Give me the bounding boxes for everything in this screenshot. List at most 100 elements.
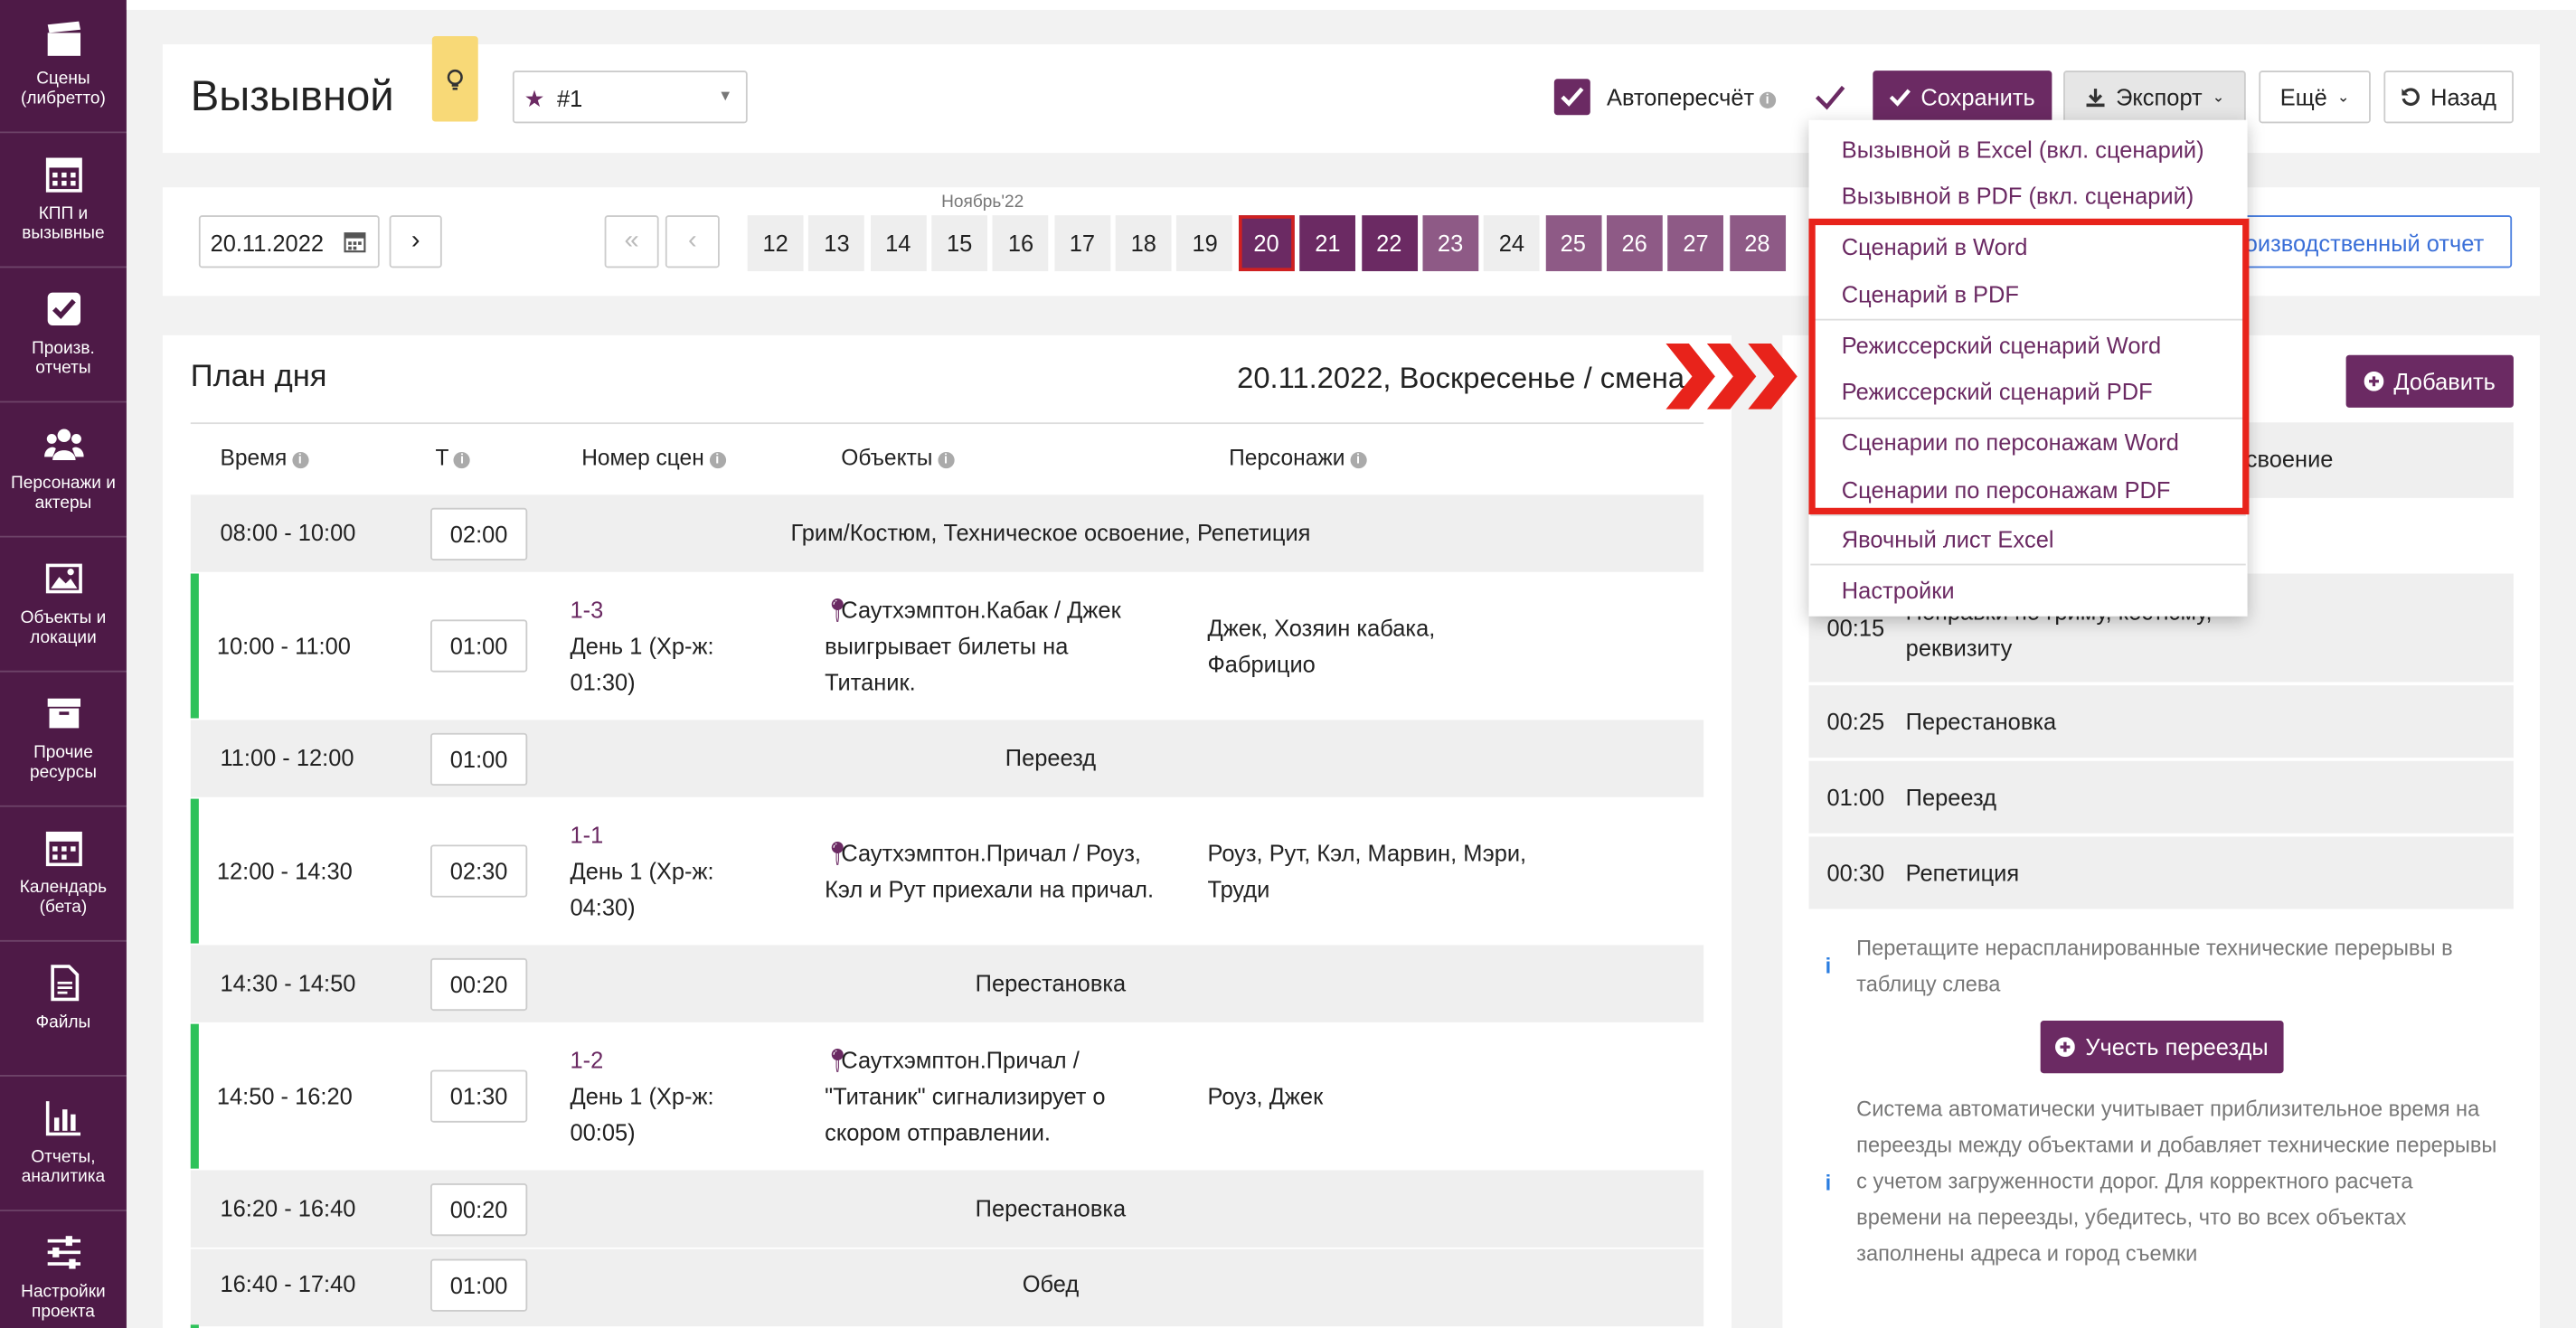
table-row[interactable]: 12:00 - 14:30 02:30 1-1 День 1 (Хр-ж: 04… bbox=[190, 798, 1704, 944]
sidebar-item-calendar[interactable]: Календарь (бета) bbox=[0, 808, 127, 942]
menu-divider bbox=[1810, 514, 2246, 516]
day-cell[interactable]: 18 bbox=[1115, 215, 1172, 271]
prev-page-button[interactable]: ‹ bbox=[665, 215, 720, 268]
table-row[interactable]: 10:00 - 11:00 01:00 1-3 День 1 (Хр-ж: 01… bbox=[190, 573, 1704, 719]
info-icon: i bbox=[453, 451, 471, 469]
sidebar-item-characters[interactable]: Персонажи и актеры bbox=[0, 404, 127, 538]
duration-input[interactable]: 01:00 bbox=[430, 732, 528, 786]
scene-day: День 1 (Хр-ж: bbox=[570, 632, 714, 660]
day-cell[interactable]: 14 bbox=[870, 215, 927, 271]
add-button[interactable]: Добавить bbox=[2345, 354, 2514, 408]
scene-number-link[interactable]: 1-2 bbox=[570, 1042, 603, 1078]
calendar-icon bbox=[44, 831, 81, 867]
characters-text: Фабрицио bbox=[1207, 650, 1316, 678]
col-scene-no-label: Номер сцен bbox=[581, 445, 704, 470]
day-cell[interactable]: 28 bbox=[1729, 215, 1786, 271]
sidebar-item-kpp[interactable]: КПП и вызывные bbox=[0, 135, 127, 268]
characters-text: Роуз, Рут, Кэл, Марвин, Мэри, bbox=[1207, 840, 1527, 867]
object-text: "Титаник" сигнализирует о bbox=[825, 1083, 1106, 1110]
first-page-button[interactable]: « bbox=[604, 215, 659, 268]
back-button[interactable]: Назад bbox=[2383, 71, 2514, 124]
row-time: 08:00 - 10:00 bbox=[220, 519, 356, 546]
duration-input[interactable]: 02:00 bbox=[430, 507, 528, 560]
day-cell[interactable]: 15 bbox=[931, 215, 988, 271]
export-button[interactable]: Экспорт ⌄ bbox=[2063, 71, 2246, 124]
duration-input[interactable]: 01:00 bbox=[430, 619, 528, 673]
duration-input[interactable]: 02:30 bbox=[430, 844, 528, 898]
divider bbox=[190, 422, 1704, 425]
menu-item-callsheet-excel[interactable]: Вызывной в Excel (вкл. сценарий) bbox=[1842, 137, 2204, 163]
col-objects-label: Объекты bbox=[841, 445, 933, 470]
date-input[interactable]: 20.11.2022 bbox=[198, 215, 380, 268]
day-cell[interactable]: 27 bbox=[1667, 215, 1724, 271]
save-button[interactable]: Сохранить bbox=[1873, 71, 2052, 124]
next-date-button[interactable]: › bbox=[389, 215, 442, 268]
duration-input[interactable]: 01:30 bbox=[430, 1069, 528, 1123]
day-cell[interactable]: 12 bbox=[747, 215, 804, 271]
duration-value: 00:20 bbox=[449, 1196, 508, 1223]
hint-bookmark[interactable] bbox=[431, 35, 478, 122]
sidebar-item-objects[interactable]: Объекты и локации bbox=[0, 539, 127, 673]
check-mark-icon[interactable] bbox=[1814, 82, 1846, 112]
col-characters-label: Персонажи bbox=[1229, 445, 1345, 470]
autorecalc-checkbox[interactable] bbox=[1553, 79, 1590, 116]
sidebar-item-analytics[interactable]: Отчеты, аналитика bbox=[0, 1078, 127, 1211]
object-text: Титаник. bbox=[825, 668, 916, 696]
table-row[interactable]: 11:00 - 12:00 01:00 Переезд bbox=[190, 720, 1704, 797]
object-text: Саутхэмптон.Причал / Роуз, bbox=[841, 840, 1142, 867]
table-row[interactable]: 14:50 - 16:20 01:30 1-2 День 1 (Хр-ж: 00… bbox=[190, 1023, 1704, 1169]
day-cell[interactable]: 19 bbox=[1176, 215, 1233, 271]
table-row[interactable]: 16:40 - 17:40 01:00 Обед bbox=[190, 1248, 1704, 1327]
table-row[interactable]: 16:20 - 16:40 00:20 Перестановка bbox=[190, 1170, 1704, 1248]
hint-line: Система автоматически учитывает приблизи… bbox=[1856, 1096, 2480, 1121]
scene-number-link[interactable]: 1-3 bbox=[570, 592, 603, 628]
duration-input[interactable]: 01:00 bbox=[430, 1258, 528, 1312]
calendar-icon[interactable] bbox=[344, 231, 366, 253]
table-row[interactable]: 14:30 - 14:50 00:20 Перестановка bbox=[190, 945, 1704, 1022]
hint-drag: Перетащите нераспланированные технически… bbox=[1856, 930, 2452, 1003]
undo-icon bbox=[2402, 88, 2420, 107]
table-row[interactable]: 08:00 - 10:00 02:00 Грим/Костюм, Техниче… bbox=[190, 494, 1704, 572]
people-icon bbox=[43, 429, 83, 461]
day-cell[interactable]: 16 bbox=[993, 215, 1049, 271]
calendar-grid-icon bbox=[44, 157, 81, 193]
account-moves-button[interactable]: Учесть переезды bbox=[2040, 1021, 2284, 1074]
day-cell[interactable]: 22 bbox=[1361, 215, 1418, 271]
menu-divider bbox=[1810, 563, 2246, 566]
day-cell[interactable]: 23 bbox=[1422, 215, 1478, 271]
image-icon bbox=[44, 563, 81, 594]
duration-input[interactable]: 00:20 bbox=[430, 957, 528, 1012]
sidebar-item-reports[interactable]: Произв. отчеты bbox=[0, 269, 127, 403]
chevron-arrows-icon bbox=[1665, 343, 1798, 410]
scene-number-link[interactable]: 1-1 bbox=[570, 817, 603, 853]
characters-text: Джек, Хозяин кабака, bbox=[1207, 614, 1436, 642]
sidebar-item-label: Отчеты, аналитика bbox=[21, 1147, 106, 1187]
sidebar-item-settings[interactable]: Настройки проекта bbox=[0, 1213, 127, 1328]
day-cell[interactable]: 24 bbox=[1484, 215, 1540, 271]
break-row[interactable]: 01:00 Переезд bbox=[1808, 760, 2514, 834]
row-time: 16:40 - 17:40 bbox=[220, 1270, 356, 1297]
menu-item-attendance-excel[interactable]: Явочный лист Excel bbox=[1842, 526, 2054, 552]
sidebar-item-scenes[interactable]: Сцены (либретто) bbox=[0, 0, 127, 134]
hint-auto: Система автоматически учитывает приблизи… bbox=[1856, 1091, 2496, 1272]
sidebar-item-files[interactable]: Файлы bbox=[0, 944, 127, 1077]
more-button[interactable]: Ещё ⌄ bbox=[2259, 71, 2371, 124]
day-cell[interactable]: 26 bbox=[1606, 215, 1663, 271]
menu-item-settings[interactable]: Настройки bbox=[1842, 577, 1955, 603]
row-label: Грим/Костюм, Техническое освоение, Репет… bbox=[790, 519, 1311, 546]
version-select[interactable]: ★ #1 ▼ bbox=[512, 71, 748, 124]
day-cell[interactable]: 17 bbox=[1054, 215, 1110, 271]
day-cell[interactable]: 13 bbox=[808, 215, 865, 271]
scene-day: 01:30) bbox=[570, 668, 636, 696]
duration-input[interactable]: 00:20 bbox=[430, 1183, 528, 1237]
menu-item-callsheet-pdf[interactable]: Вызывной в PDF (вкл. сценарий) bbox=[1842, 183, 2194, 209]
production-report-button[interactable]: Производственный отчет bbox=[2219, 215, 2513, 268]
col-objects: Объекты i bbox=[841, 445, 955, 470]
day-cell[interactable]: 25 bbox=[1544, 215, 1601, 271]
sidebar-item-resources[interactable]: Прочие ресурсы bbox=[0, 673, 127, 807]
break-row[interactable]: 00:30 Репетиция bbox=[1808, 836, 2514, 909]
day-cell[interactable]: 21 bbox=[1299, 215, 1356, 271]
col-duration-label: Т bbox=[435, 445, 449, 470]
break-row[interactable]: 00:25 Перестановка bbox=[1808, 685, 2514, 758]
day-cell[interactable]: 20 bbox=[1238, 215, 1295, 271]
